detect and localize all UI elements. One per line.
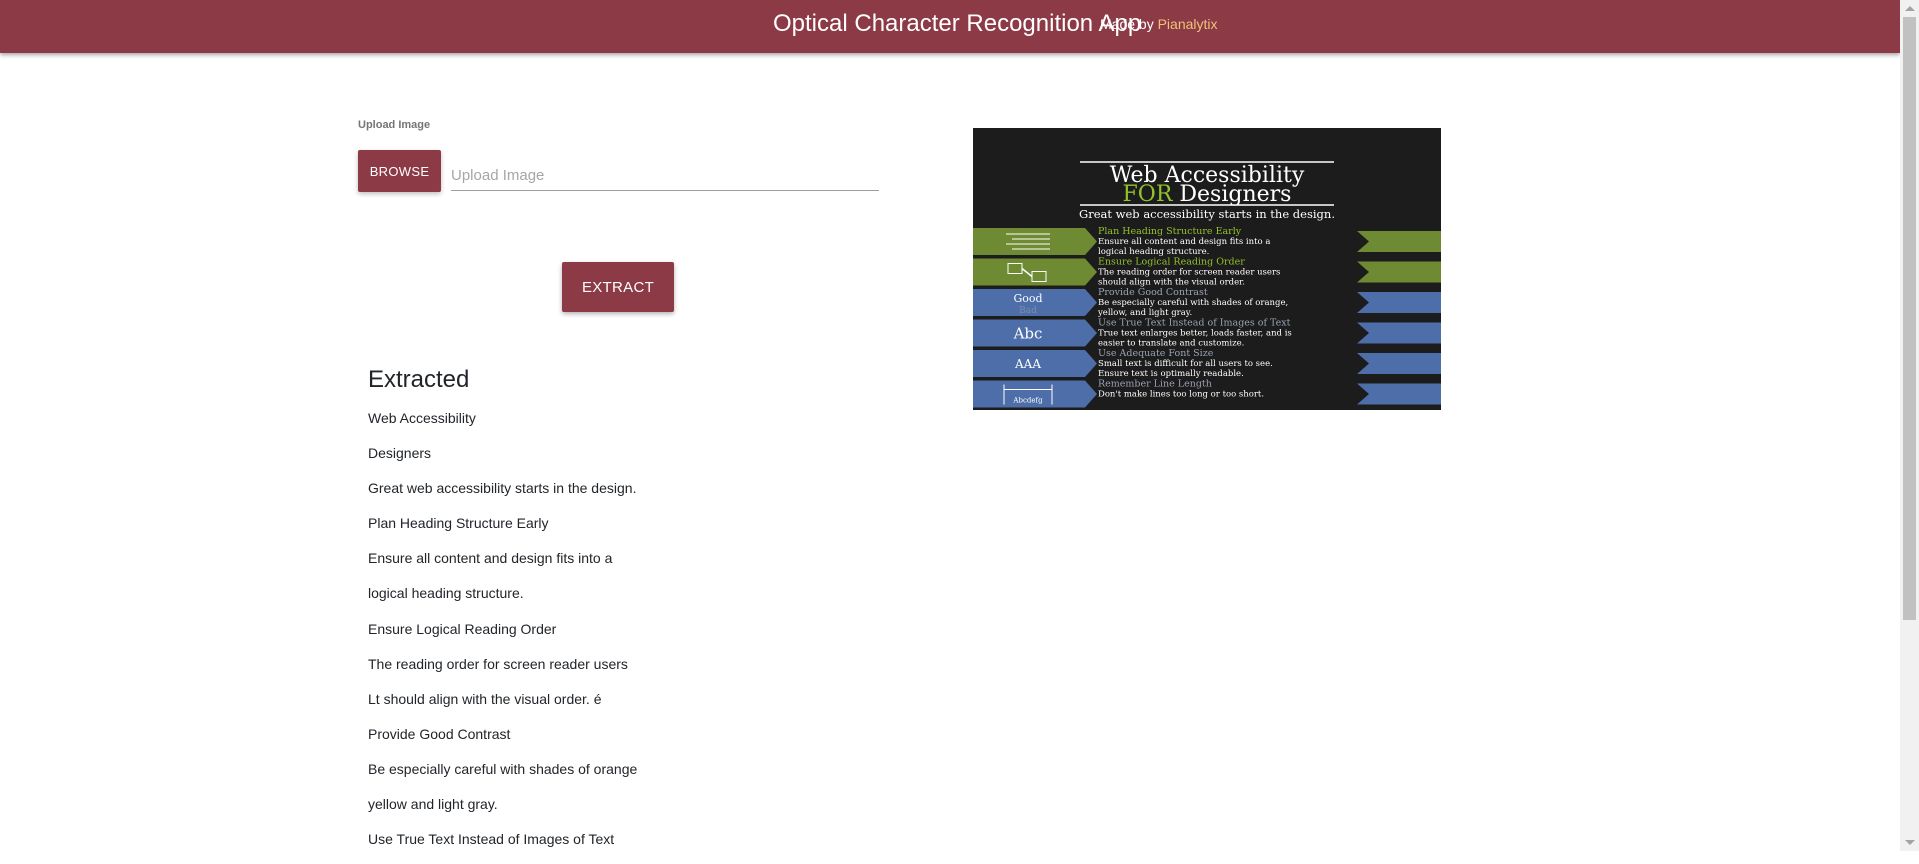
preview-row: Ensure Logical Reading OrderThe reading … (973, 257, 1441, 288)
made-by-text: Made by (1100, 16, 1154, 32)
preview-row-line: Small text is difficult for all users to… (1098, 359, 1273, 369)
upload-image-input[interactable] (451, 160, 879, 191)
preview-row: Plan Heading Structure EarlyEnsure all c… (973, 226, 1441, 257)
extracted-heading: Extracted (368, 366, 470, 393)
preview-row-line: yellow, and light gray. (1097, 308, 1192, 318)
extracted-line: Lt should align with the visual order. é (368, 690, 602, 707)
extracted-line: Web Accessibility (368, 410, 476, 426)
browse-button[interactable]: BROWSE (358, 150, 441, 192)
scroll-down-arrow-icon[interactable] (1905, 840, 1915, 845)
preview-row-line: easier to translate and customize. (1098, 339, 1244, 349)
preview-row-heading: Use True Text Instead of Images of Text (1098, 318, 1291, 329)
preview-row-heading: Provide Good Contrast (1098, 287, 1208, 298)
row-left-band (973, 228, 1097, 255)
uploaded-image-preview: Web Accessibility FOR Designers Great we… (973, 128, 1441, 410)
extracted-line: Plan Heading Structure Early (368, 515, 549, 532)
extracted-line: The reading order for screen reader user… (368, 655, 628, 672)
extract-button[interactable]: EXTRACT (562, 262, 674, 312)
extracted-line: Use True Text Instead of Images of Text (368, 831, 615, 848)
preview-row: Abc Use True Text Instead of Images of Te… (973, 318, 1441, 349)
preview-row: Abcdefg Remember Line LengthDon't make li… (973, 379, 1441, 408)
contrast-icon: Bad (1019, 306, 1037, 316)
row-right-band (1357, 231, 1441, 252)
preview-row-line: should align with the visual order. (1098, 278, 1245, 288)
row-right-band (1357, 322, 1441, 344)
app-header: Optical Character Recognition App Made b… (0, 0, 1900, 53)
preview-title-line2: Designers (1172, 182, 1291, 207)
extracted-line: Be especially careful with shades of ora… (368, 760, 638, 777)
line-length-icon: Abcdefg (1012, 397, 1043, 405)
extracted-line: yellow and light gray. (368, 796, 498, 813)
scrollbar-thumb[interactable] (1903, 17, 1916, 620)
row-right-band (1357, 292, 1441, 313)
preview-row-line: logical heading structure. (1098, 247, 1209, 257)
preview-row-line: True text enlarges better, loads faster,… (1098, 329, 1292, 339)
preview-row-heading: Use Adequate Font Size (1098, 348, 1214, 359)
extracted-line: Designers (368, 445, 432, 462)
preview-row-line: The reading order for screen reader user… (1098, 268, 1280, 278)
preview-row-line: Be especially careful with shades of ora… (1098, 298, 1288, 308)
preview-title-for: FOR (1123, 182, 1174, 207)
preview-row-line: Ensure all content and design fits into … (1098, 237, 1270, 247)
row-right-band (1357, 383, 1441, 405)
preview-subtitle: Great web accessibility starts in the de… (1079, 207, 1335, 221)
true-text-icon: Abc (1013, 325, 1043, 343)
preview-row-line: Ensure text is optimally readable. (1098, 369, 1244, 379)
extracted-line: Ensure all content and design fits into … (368, 550, 613, 567)
row-right-band (1357, 353, 1441, 374)
scroll-up-arrow-icon[interactable] (1905, 6, 1915, 11)
extracted-line: Provide Good Contrast (368, 725, 511, 742)
extracted-line: Ensure Logical Reading Order (368, 620, 557, 637)
page-scrollbar[interactable] (1900, 0, 1919, 851)
extracted-line: Great web accessibility starts in the de… (368, 480, 637, 497)
made-by-credit: Made by Pianalytix (1100, 15, 1218, 33)
preview-row-heading: Plan Heading Structure Early (1098, 226, 1242, 237)
contrast-icon: Good (1013, 292, 1042, 305)
row-right-band (1357, 261, 1441, 283)
extracted-line: logical heading structure. (368, 585, 524, 602)
brand-link[interactable]: Pianalytix (1158, 16, 1218, 32)
extracted-text-list: Web Accessibility Designers Great web ac… (368, 408, 637, 864)
app-title: Optical Character Recognition App (773, 10, 1142, 37)
preview-row-line: Don't make lines too long or too short. (1098, 390, 1264, 400)
preview-row-heading: Ensure Logical Reading Order (1098, 257, 1245, 268)
preview-row: AAA Use Adequate Font SizeSmall text is d… (973, 348, 1441, 379)
preview-row: GoodBad Provide Good ContrastBe especiall… (973, 287, 1441, 318)
preview-row-heading: Remember Line Length (1098, 379, 1212, 390)
font-size-icon: AAA (1014, 357, 1041, 371)
svg-text:FOR Designers: FOR Designers (1123, 182, 1292, 207)
upload-image-label: Upload Image (358, 119, 431, 131)
